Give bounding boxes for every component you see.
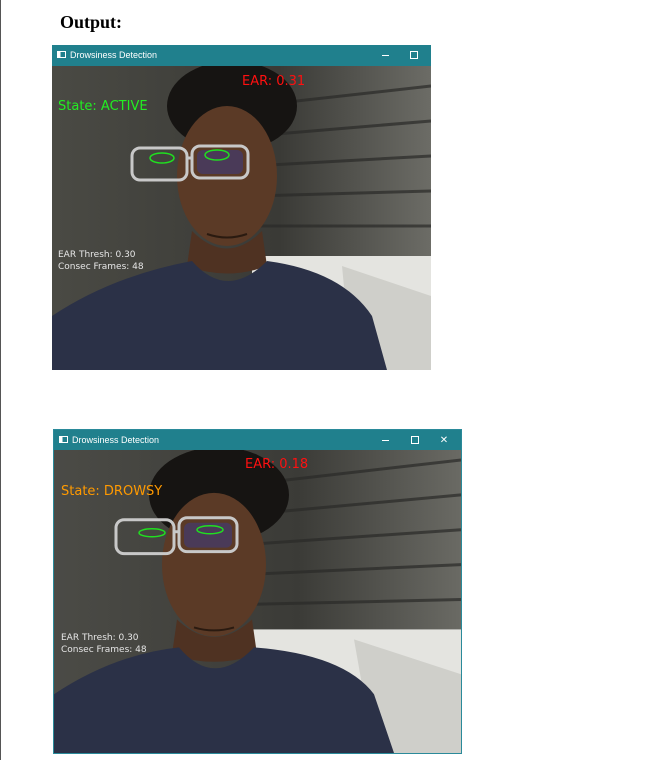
output-heading: Output:: [60, 12, 123, 32]
app-window-icon: [59, 436, 68, 443]
app-window-icon: [57, 51, 66, 58]
window-titlebar[interactable]: Drowsiness Detection: [52, 45, 431, 66]
consec-frames-label: Consec Frames: 48: [58, 262, 144, 272]
drowsiness-window-drowsy[interactable]: Drowsiness Detection ✕ EAR: 0.18 State: …: [53, 429, 462, 754]
camera-feed: EAR: 0.31 State: ACTIVE EAR Thresh: 0.30…: [52, 66, 431, 370]
ear-threshold-label: EAR Thresh: 0.30: [61, 633, 139, 643]
page-left-border: [0, 0, 1, 760]
drowsiness-window-active[interactable]: Drowsiness Detection EAR: 0.31 State: AC…: [52, 45, 431, 370]
close-icon[interactable]: ✕: [430, 430, 458, 451]
window-title: Drowsiness Detection: [70, 50, 158, 60]
maximize-icon[interactable]: [400, 45, 428, 66]
ear-threshold-label: EAR Thresh: 0.30: [58, 250, 136, 260]
ear-value-label: EAR: 0.18: [245, 457, 309, 472]
info-overlay: EAR Thresh: 0.30 Consec Frames: 48: [61, 632, 147, 656]
minimize-icon[interactable]: [371, 45, 399, 66]
camera-feed: EAR: 0.18 State: DROWSY EAR Thresh: 0.30…: [54, 450, 461, 753]
maximize-icon[interactable]: [401, 430, 429, 451]
ear-value-label: EAR: 0.31: [242, 74, 306, 89]
window-titlebar[interactable]: Drowsiness Detection ✕: [54, 430, 461, 450]
window-title: Drowsiness Detection: [72, 435, 160, 445]
state-label: State: ACTIVE: [58, 99, 148, 114]
minimize-icon[interactable]: [371, 430, 399, 451]
state-label: State: DROWSY: [61, 484, 163, 499]
consec-frames-label: Consec Frames: 48: [61, 645, 147, 655]
info-overlay: EAR Thresh: 0.30 Consec Frames: 48: [58, 249, 144, 273]
